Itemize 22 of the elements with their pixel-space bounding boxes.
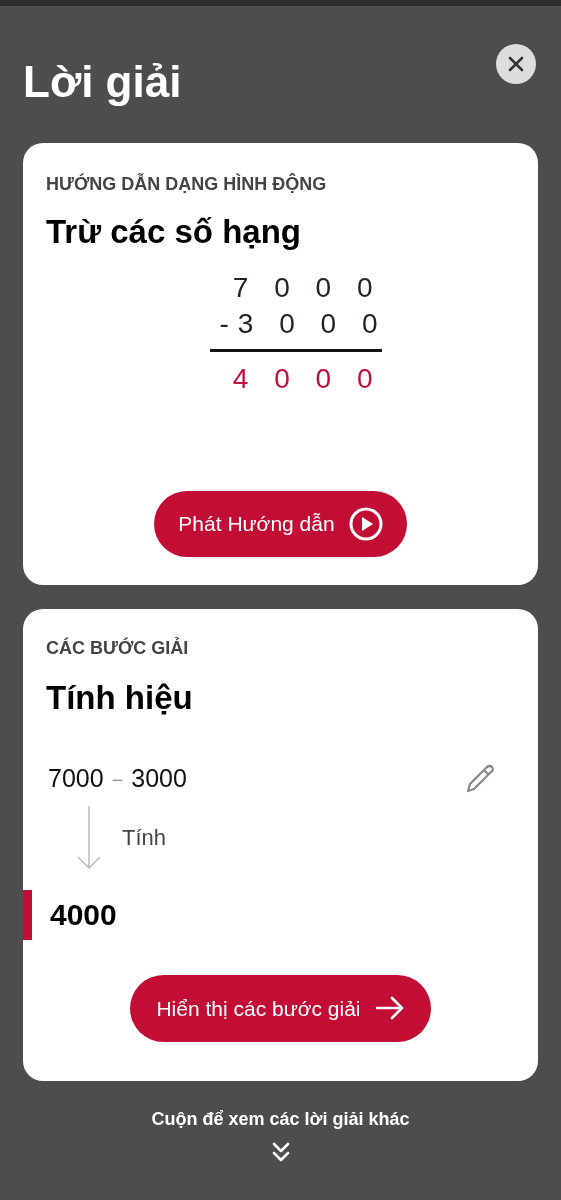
card-heading: Tính hiệu — [46, 680, 194, 717]
result-marker — [23, 889, 32, 940]
page-title: Lời giải — [23, 60, 182, 108]
expression: 7000 − 3000 — [48, 763, 187, 795]
section-label: CÁC BƯỚC GIẢI — [45, 636, 190, 660]
subtrahend: 3 0 0 0 — [237, 310, 387, 339]
double-chevron-down-icon[interactable] — [270, 1141, 291, 1163]
minuend: 7 0 0 0 — [232, 274, 382, 303]
step-result: 4000 — [50, 897, 117, 934]
minus-sign: - — [219, 310, 238, 339]
arrow-right-icon — [374, 996, 405, 1021]
down-arrow-icon — [76, 805, 102, 870]
scroll-hint: Cuộn để xem các lời giải khác — [151, 1108, 410, 1131]
show-steps-button[interactable]: Hiển thị các bước giải — [130, 974, 431, 1042]
close-button[interactable] — [496, 44, 536, 84]
step-label: Tính — [122, 824, 167, 853]
difference: 4 0 0 0 — [232, 365, 382, 394]
play-guide-button[interactable]: Phát Hướng dẫn — [154, 491, 407, 557]
card-heading: Trừ các số hạng — [46, 214, 302, 251]
section-label: HƯỚNG DẪN DẠNG HÌNH ĐỘNG — [46, 172, 328, 196]
close-icon — [508, 56, 524, 72]
play-icon — [348, 507, 383, 541]
